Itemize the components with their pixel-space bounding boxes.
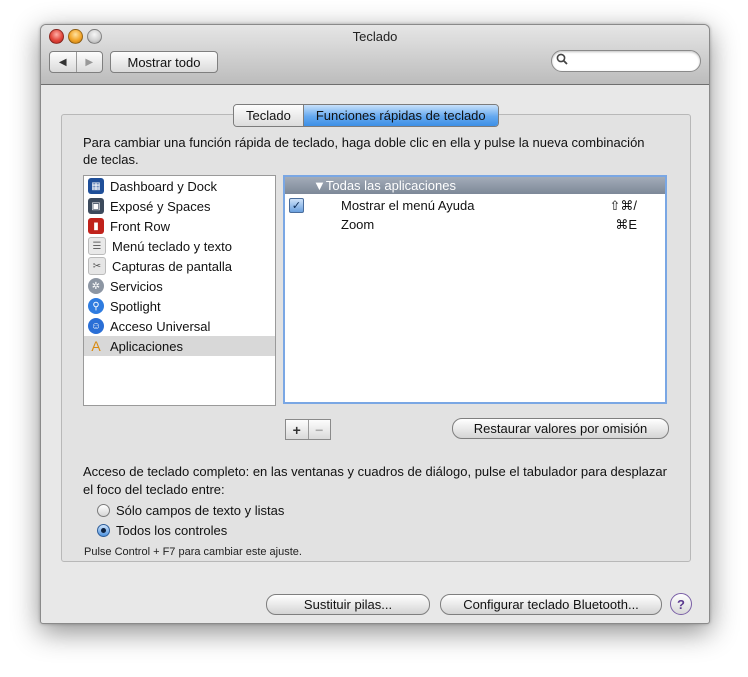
back-arrow-icon[interactable]: ◀ [50,52,76,72]
front-row-icon: ▮ [88,218,104,234]
category-label: Dashboard y Dock [110,178,217,194]
services-gear-icon: ✲ [88,278,104,294]
category-item-applications[interactable]: A Aplicaciones [84,336,275,356]
shortcut-row[interactable]: ✓ Mostrar el menú Ayuda ⇧⌘/ [285,196,665,215]
keyboard-menu-icon: ☰ [88,237,106,255]
category-item-dashboard[interactable]: ▦ Dashboard y Dock [84,176,275,196]
search-field[interactable] [551,50,701,72]
full-keyboard-access-text: Acceso de teclado completo: en las venta… [83,464,667,497]
category-label: Acceso Universal [110,318,211,334]
category-item-expose[interactable]: ▣ Exposé y Spaces [84,196,275,216]
shortcut-keys[interactable]: ⌘E [615,217,637,233]
category-item-screenshots[interactable]: ✂ Capturas de pantalla [84,256,275,276]
category-item-spotlight[interactable]: ⚲ Spotlight [84,296,275,316]
dashboard-icon: ▦ [88,178,104,194]
shortcut-row[interactable]: Zoom ⌘E [285,215,665,234]
tab-bar: Teclado Funciones rápidas de teclado [233,104,499,127]
category-label: Aplicaciones [110,338,183,354]
search-icon [556,53,568,68]
replace-batteries-button[interactable]: Sustituir pilas... [266,594,430,615]
tab-keyboard-shortcuts[interactable]: Funciones rápidas de teclado [302,105,498,126]
window-title: Teclado [352,29,398,44]
add-shortcut-button[interactable]: + [286,420,308,439]
preferences-window: Teclado ◀ ▶ Mostrar todo Teclado Funcion… [40,24,710,624]
restore-defaults-button[interactable]: Restaurar valores por omisión [452,418,669,439]
category-list[interactable]: ▦ Dashboard y Dock ▣ Exposé y Spaces ▮ F… [83,175,276,406]
category-item-keyboard-menu[interactable]: ☰ Menú teclado y texto [84,236,275,256]
shortcut-keys[interactable]: ⇧⌘/ [609,198,637,214]
tab-keyboard[interactable]: Teclado [234,105,303,126]
radio-text-fields-only[interactable]: Sólo campos de texto y listas [97,501,284,519]
category-label: Spotlight [110,298,161,314]
control-f7-hint: Pulse Control + F7 para cambiar este aju… [84,546,302,558]
spotlight-icon: ⚲ [88,298,104,314]
show-all-button[interactable]: Mostrar todo [110,51,218,73]
forward-arrow-icon[interactable]: ▶ [75,52,103,72]
remove-shortcut-button[interactable]: − [307,420,331,439]
category-label: Capturas de pantalla [112,258,232,274]
all-applications-group-row[interactable]: ▼Todas las aplicaciones [285,177,665,194]
shortcut-name: Zoom [341,217,375,232]
radio-all-controls[interactable]: Todos los controles [97,521,227,539]
category-label: Servicios [110,278,163,294]
category-label: Exposé y Spaces [110,198,211,214]
screenshot-icon: ✂ [88,257,106,275]
shortcuts-table[interactable]: ▼Todas las aplicaciones ✓ Mostrar el men… [283,175,667,404]
category-item-universal-access[interactable]: ☺ Acceso Universal [84,316,275,336]
help-button[interactable]: ? [670,593,692,615]
search-input[interactable] [572,53,696,69]
category-label: Menú teclado y texto [112,238,232,254]
radio-button[interactable] [97,503,110,517]
category-item-services[interactable]: ✲ Servicios [84,276,275,296]
shortcut-name: Mostrar el menú Ayuda [341,198,475,213]
radio-label: Sólo campos de texto y listas [116,502,285,518]
applications-icon: A [91,338,101,354]
radio-label: Todos los controles [116,522,228,538]
expose-icon: ▣ [88,198,104,214]
instructions-text: Para cambiar una función rápida de tecla… [83,135,645,167]
category-item-front-row[interactable]: ▮ Front Row [84,216,275,236]
shortcut-enabled-checkbox[interactable]: ✓ [289,198,304,213]
configure-bluetooth-keyboard-button[interactable]: Configurar teclado Bluetooth... [440,594,662,615]
category-label: Front Row [110,218,170,234]
title-bar: Teclado ◀ ▶ Mostrar todo [41,25,709,85]
add-remove-control: + − [285,419,331,440]
back-forward-control: ◀ ▶ [49,51,103,73]
universal-access-icon: ☺ [88,318,104,334]
radio-button[interactable] [97,523,110,537]
